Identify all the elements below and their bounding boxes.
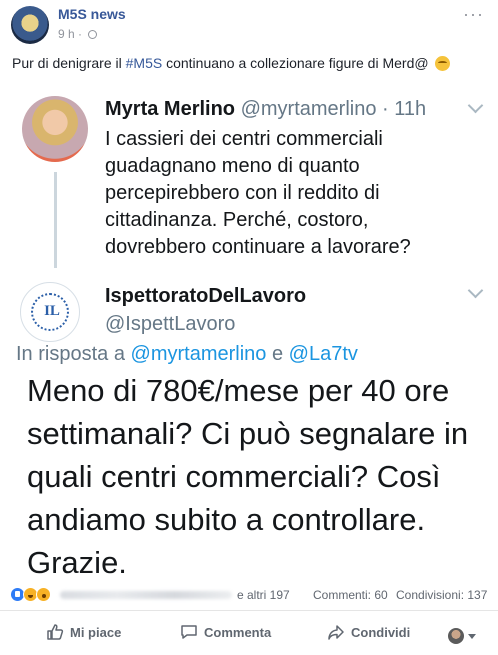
post-time[interactable]: 9 h <box>58 27 75 41</box>
logo-letters: IL <box>44 303 60 319</box>
shares-count[interactable]: Condivisioni: 137 <box>396 588 487 602</box>
reactions-bar: e altri 197 Commenti: 60 Condivisioni: 1… <box>0 578 498 611</box>
tweet2-name: IspettoratoDelLavoro <box>105 285 307 307</box>
mention-myrtamerlino: @myrtamerlino <box>130 343 267 365</box>
post-text: Pur di denigrare il #M5S continuano a co… <box>12 55 487 71</box>
tweet1-handle: @myrtamerlino · 11h <box>240 98 427 120</box>
post-text-before: Pur di denigrare il <box>12 55 126 71</box>
tweet1-body: I cassieri dei centri commerciali guadag… <box>105 128 411 258</box>
tired-face-emoji-icon <box>435 56 451 71</box>
globe-icon <box>88 30 98 39</box>
actions-bar: Mi piace Commenta Condividi <box>0 611 498 655</box>
tweet1-author: Myrta Merlino @myrtamerlino · 11h <box>105 98 426 121</box>
reactions-others-count[interactable]: e altri 197 <box>237 588 290 602</box>
mention-la7tv: @La7tv <box>288 343 358 365</box>
comment-label: Commenta <box>204 625 272 640</box>
audience-selector[interactable] <box>448 625 476 649</box>
tweet1-avatar <box>22 96 88 162</box>
more-dots-icon[interactable]: ··· <box>463 4 484 25</box>
like-label: Mi piace <box>70 625 122 640</box>
tweet1-chevron-down-icon <box>467 97 484 114</box>
share-arrow-icon <box>328 625 344 640</box>
share-label: Condividi <box>351 625 411 640</box>
like-button[interactable]: Mi piace <box>46 621 121 645</box>
tweet2-body: Meno di 780€/mese per 40 ore settimanali… <box>27 373 469 578</box>
tweet2-avatar: IL <box>20 282 80 342</box>
blurred-reactor-names <box>60 591 232 599</box>
tweet2-chevron-down-icon <box>467 282 484 299</box>
post-header: M5S news 9 h · ··· <box>0 0 498 48</box>
tweet-screenshot-image[interactable]: Myrta Merlino @myrtamerlino · 11h I cass… <box>0 82 498 578</box>
tweet1-name: Myrta Merlino <box>105 98 236 120</box>
post-meta: 9 h · <box>58 27 98 41</box>
page-avatar[interactable] <box>11 6 49 44</box>
post-text-after: continuano a collezionare figure di Merd… <box>162 55 429 71</box>
thread-line <box>54 172 57 268</box>
ispettorato-logo-icon: IL <box>31 293 69 331</box>
tweet2-reply-line: In risposta a @myrtamerlino e @La7tv <box>16 343 358 365</box>
comment-bubble-icon <box>181 625 197 639</box>
hashtag-link[interactable]: #M5S <box>126 55 163 71</box>
user-avatar <box>448 628 464 644</box>
comment-button[interactable]: Commenta <box>180 621 271 645</box>
caret-down-icon <box>468 634 476 639</box>
thumbs-up-icon <box>47 624 64 640</box>
tweet2-handle: @IspettLavoro <box>105 313 236 335</box>
comments-count[interactable]: Commenti: 60 <box>313 588 388 602</box>
page-name[interactable]: M5S news <box>58 6 126 22</box>
wow-reaction-icon[interactable] <box>36 587 51 602</box>
share-button[interactable]: Condividi <box>327 621 410 645</box>
